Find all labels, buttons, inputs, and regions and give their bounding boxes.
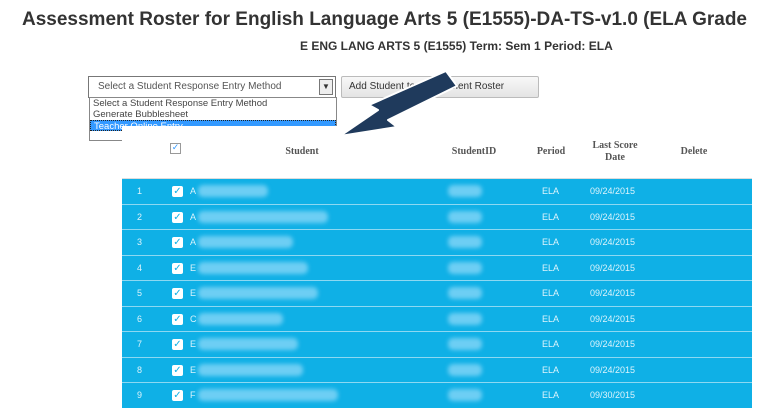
student-id-redacted (448, 312, 482, 325)
student-name-redacted (198, 287, 318, 299)
student-name-redacted (198, 210, 328, 223)
checkbox-checked-icon[interactable]: ✓ (172, 186, 183, 197)
row-number: 5 (137, 288, 143, 298)
student-initial: F (190, 390, 196, 400)
course-subtitle: E ENG LANG ARTS 5 (E1555) Term: Sem 1 Pe… (300, 39, 613, 53)
table-row[interactable]: 6 ✓ C ELA 09/24/2015 (122, 306, 752, 332)
checkbox-checked-icon[interactable]: ✓ (172, 313, 183, 325)
period-cell: ELA (542, 211, 560, 222)
last-score-date-cell: 09/24/2015 (590, 339, 636, 349)
last-score-date-cell: 09/24/2015 (590, 262, 636, 273)
row-number: 8 (137, 364, 143, 375)
checkbox-checked-icon[interactable]: ✓ (172, 237, 183, 248)
period-cell: ELA (542, 237, 560, 247)
period-cell: ELA (542, 390, 560, 400)
student-initial: A (190, 186, 197, 196)
student-name-redacted (198, 312, 283, 325)
student-id-redacted (448, 363, 482, 376)
period-cell: ELA (542, 339, 560, 349)
period-cell: ELA (542, 364, 560, 375)
table-row[interactable]: 5 ✓ E ELA 09/24/2015 (122, 281, 752, 307)
roster-table: ✓ Student StudentID Period Last Score Da… (122, 126, 752, 408)
checkbox-checked-icon[interactable]: ✓ (172, 364, 183, 376)
checkbox-checked-icon[interactable]: ✓ (172, 262, 183, 274)
student-initial: A (190, 211, 197, 222)
student-name-redacted (198, 185, 268, 197)
student-name-redacted (198, 261, 308, 274)
last-score-date-cell: 09/30/2015 (590, 390, 636, 400)
student-initial: A (190, 237, 197, 247)
header-period[interactable]: Period (527, 126, 575, 178)
last-score-date-cell: 09/24/2015 (590, 288, 636, 298)
table-row[interactable]: 3 ✓ A ELA 09/24/2015 (122, 230, 752, 256)
last-score-date-cell: 09/24/2015 (590, 211, 636, 222)
row-number: 1 (137, 186, 143, 196)
dropdown-option[interactable]: Generate Bubblesheet (90, 109, 336, 120)
header-last-score-date[interactable]: Last Score Date (590, 126, 640, 178)
period-cell: ELA (542, 313, 560, 324)
student-initial: C (190, 313, 197, 324)
row-number: 3 (137, 237, 143, 247)
student-initial: E (190, 288, 197, 298)
table-row[interactable]: 4 ✓ E ELA 09/24/2015 (122, 255, 752, 281)
row-number: 7 (137, 339, 143, 349)
entry-method-select[interactable]: Select a Student Response Entry Method ▼ (88, 76, 336, 98)
last-score-date-cell: 09/24/2015 (590, 186, 636, 196)
period-cell: ELA (542, 262, 560, 273)
table-row[interactable]: 7 ✓ E ELA 09/24/2015 (122, 332, 752, 358)
table-row[interactable]: 8 ✓ E ELA 09/24/2015 (122, 357, 752, 383)
student-name-redacted (198, 389, 338, 401)
dropdown-option[interactable]: Select a Student Response Entry Method (90, 98, 336, 109)
entry-method-value: Select a Student Response Entry Method (98, 81, 282, 92)
student-id-redacted (448, 185, 482, 197)
student-id-redacted (448, 389, 482, 401)
page-title: Assessment Roster for English Language A… (22, 9, 747, 30)
table-row[interactable]: 2 ✓ A ELA 09/24/2015 (122, 204, 752, 230)
table-body: 1 ✓ A ELA 09/24/2015 2 ✓ A ELA 09/24/2015 3 ✓ A ELA 09… (122, 179, 752, 408)
row-number: 4 (137, 262, 143, 273)
student-initial: E (190, 339, 197, 349)
table-row[interactable]: 1 ✓ A ELA 09/24/2015 (122, 179, 752, 205)
last-score-date-cell: 09/24/2015 (590, 364, 636, 375)
select-all-checkbox[interactable]: ✓ (170, 143, 181, 154)
checkbox-checked-icon[interactable]: ✓ (172, 390, 183, 401)
student-initial: E (190, 262, 197, 273)
last-score-date-cell: 09/24/2015 (590, 237, 636, 247)
student-id-redacted (448, 338, 482, 350)
checkbox-checked-icon[interactable]: ✓ (172, 288, 183, 299)
row-number: 2 (137, 211, 143, 222)
checkbox-checked-icon[interactable]: ✓ (172, 339, 183, 350)
student-name-redacted (198, 236, 293, 248)
student-id-redacted (448, 287, 482, 299)
student-name-redacted (198, 338, 298, 350)
row-number: 6 (137, 313, 143, 324)
student-id-redacted (448, 210, 482, 223)
student-id-redacted (448, 261, 482, 274)
row-number: 9 (137, 390, 143, 400)
period-cell: ELA (542, 288, 560, 298)
student-name-redacted (198, 363, 303, 376)
period-cell: ELA (542, 186, 560, 196)
last-score-date-cell: 09/24/2015 (590, 313, 636, 324)
arrow-pointer-icon (339, 70, 458, 137)
student-initial: E (190, 364, 197, 375)
student-id-redacted (448, 236, 482, 248)
header-delete[interactable]: Delete (664, 126, 724, 178)
checkbox-checked-icon[interactable]: ✓ (172, 211, 183, 223)
